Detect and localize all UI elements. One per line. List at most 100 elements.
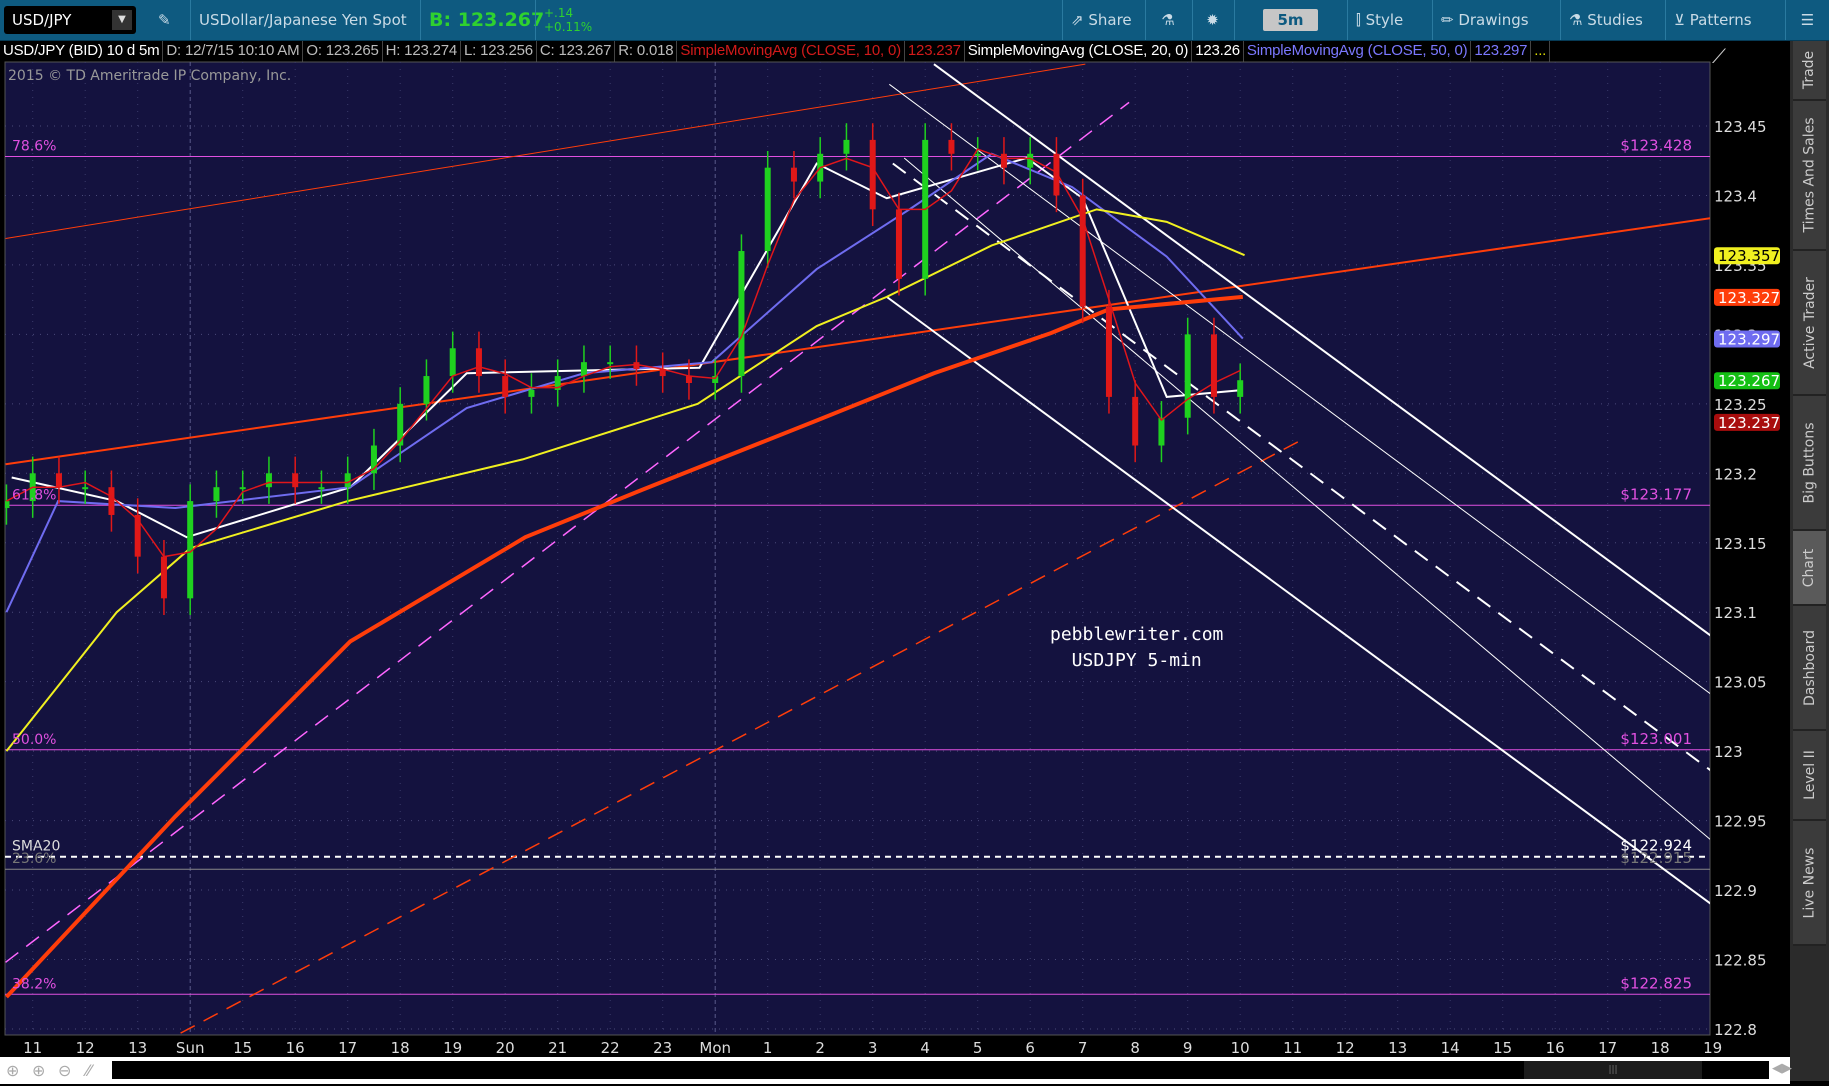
y-tick-label: 123.05 [1714, 674, 1767, 692]
zoom-out-icon[interactable]: ⊖ [58, 1061, 71, 1080]
x-tick-label: 18 [1651, 1039, 1670, 1057]
fib-price: $122.825 [1620, 974, 1692, 992]
scroll-row: ⊕ ⊕ ⊖ ⁄⁄ ||| ◀▶ [0, 1057, 1792, 1084]
sma20-level-label: SMA20 [12, 839, 60, 855]
price-chart[interactable]: 123.45123.4123.35123.3123.25123.2123.151… [0, 0, 1790, 1057]
x-tick-label: 20 [496, 1039, 515, 1057]
candle-body [1132, 396, 1139, 446]
price-bubble-text: 123.357 [1718, 247, 1780, 265]
y-tick-label: 123.45 [1714, 118, 1767, 136]
side-tabs: Trade Times And Sales Active Trader Big But… [1790, 41, 1829, 1081]
fib-percent: 38.2% [12, 976, 56, 992]
candle-body [1210, 334, 1217, 397]
zoom-in-icon[interactable]: ⊕ [32, 1061, 45, 1080]
fib-price: $123.001 [1620, 730, 1692, 748]
candle-body [738, 251, 745, 377]
x-tick-label: 12 [1336, 1039, 1355, 1057]
x-tick-label: 4 [920, 1039, 930, 1057]
side-tab-chart[interactable]: Chart [1793, 531, 1826, 606]
fib-price: $123.177 [1620, 485, 1692, 503]
side-tab-label: Live News [1801, 847, 1818, 918]
fib-percent: 61.8% [12, 487, 56, 503]
price-bubble-text: 123.327 [1718, 289, 1780, 307]
candle-body [1105, 306, 1112, 397]
candle-body [134, 514, 141, 557]
candle-body [869, 139, 876, 210]
candle-body [974, 153, 981, 156]
watermark-line2: USDJPY 5-min [1071, 650, 1202, 671]
price-bubble-text: 123.297 [1718, 331, 1780, 349]
candle-body [502, 376, 509, 397]
candle-body [213, 487, 220, 502]
candle-body [1158, 417, 1165, 446]
side-tab-live-news[interactable]: Live News [1793, 821, 1826, 946]
candle-body [55, 473, 62, 488]
y-tick-label: 123.1 [1714, 604, 1757, 622]
candle-body [580, 362, 587, 377]
x-tick-label: 12 [76, 1039, 95, 1057]
side-tab-label: Active Trader [1801, 276, 1818, 369]
candle-body [528, 389, 535, 397]
side-tab-label: Times And Sales [1801, 117, 1818, 233]
candle-body [895, 209, 902, 279]
candle-body [239, 487, 246, 490]
x-tick-label: 5 [973, 1039, 983, 1057]
candle-body [685, 376, 692, 384]
crosshair-icon[interactable]: ⊕ [6, 1061, 19, 1080]
y-tick-label: 123.25 [1714, 396, 1767, 414]
candle-body [1237, 380, 1244, 397]
x-tick-label: 15 [233, 1039, 252, 1057]
fib-percent: 78.6% [12, 139, 56, 155]
x-tick-label: 14 [1441, 1039, 1460, 1057]
x-tick-label: 15 [1493, 1039, 1512, 1057]
menu-button[interactable]: ☰ [1785, 0, 1829, 40]
side-tab-label: Trade [1801, 50, 1818, 90]
candle-body [344, 473, 351, 488]
sma20-level-price: $122.924 [1620, 837, 1692, 855]
horizontal-scrollbar[interactable]: ||| [112, 1061, 1769, 1079]
candle-body [5, 501, 10, 509]
scrollbar-thumb[interactable]: ||| [1524, 1061, 1702, 1079]
side-tab-trade[interactable]: Trade [1793, 41, 1826, 101]
x-tick-label: 3 [868, 1039, 878, 1057]
x-tick-label: 16 [286, 1039, 305, 1057]
x-tick-label: 11 [1283, 1039, 1302, 1057]
x-tick-label: 19 [1703, 1039, 1722, 1057]
draw-icon[interactable]: ⁄⁄ [86, 1061, 91, 1080]
side-tab-label: Big Buttons [1801, 421, 1818, 504]
candle-body [449, 348, 456, 377]
candle-body [633, 362, 640, 370]
axis-fit-icon[interactable]: ⟋ [1712, 44, 1726, 68]
side-tab-active-trader[interactable]: Active Trader [1793, 251, 1826, 396]
y-tick-label: 123.15 [1714, 535, 1767, 553]
fib-percent: 50.0% [12, 732, 56, 748]
candle-body [1184, 334, 1191, 418]
candle-body [160, 556, 167, 599]
x-tick-label: Mon [699, 1039, 731, 1057]
candle-body [475, 348, 482, 377]
y-tick-label: 122.95 [1714, 813, 1767, 831]
x-tick-label: 16 [1546, 1039, 1565, 1057]
expand-icon[interactable]: ◀▶ [1772, 1061, 1792, 1076]
x-tick-label: Sun [176, 1039, 205, 1057]
side-tab-level-ii[interactable]: Level II [1793, 731, 1826, 821]
y-tick-label: 122.9 [1714, 882, 1757, 900]
y-tick-label: 122.8 [1714, 1021, 1757, 1039]
side-tab-dashboard[interactable]: Dashboard [1793, 606, 1826, 731]
x-tick-label: 22 [601, 1039, 620, 1057]
y-tick-label: 123 [1714, 743, 1743, 761]
candle-body [318, 487, 325, 490]
y-tick-label: 123.4 [1714, 187, 1757, 205]
watermark: pebblewriter.com USDJPY 5-min [1050, 622, 1223, 674]
x-tick-label: 1 [763, 1039, 773, 1057]
x-tick-label: 19 [443, 1039, 462, 1057]
x-tick-label: 17 [1598, 1039, 1617, 1057]
x-tick-label: 18 [391, 1039, 410, 1057]
candle-body [764, 167, 771, 252]
watermark-line1: pebblewriter.com [1050, 624, 1224, 645]
side-tab-times-and-sales[interactable]: Times And Sales [1793, 101, 1826, 251]
candle-body [265, 473, 272, 488]
x-tick-label: 11 [23, 1039, 42, 1057]
side-tab-big-buttons[interactable]: Big Buttons [1793, 396, 1826, 531]
candle-body [843, 139, 850, 154]
